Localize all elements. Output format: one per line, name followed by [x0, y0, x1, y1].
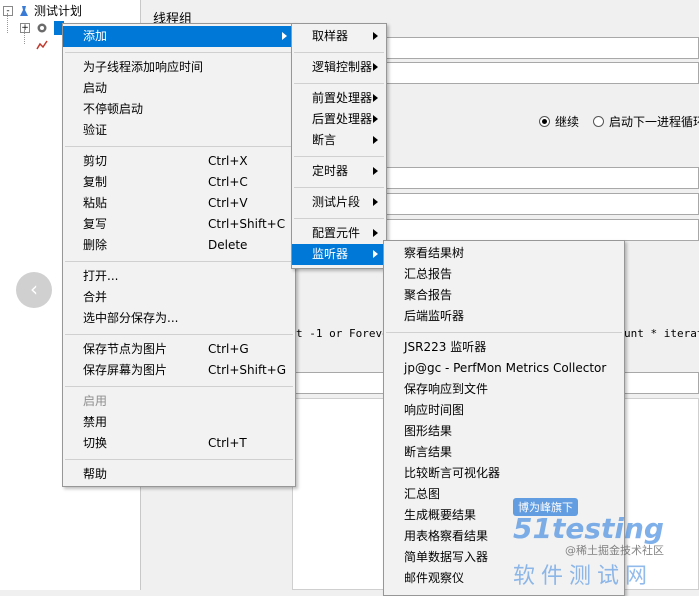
- watermark-sub: 软件测试网: [513, 564, 654, 589]
- loop-hint-right-text: unt * iterat: [624, 327, 699, 340]
- menu-item-cut[interactable]: 剪切 Ctrl+X: [63, 151, 295, 172]
- menu-item-pre-processor[interactable]: 前置处理器: [292, 88, 386, 109]
- menu-item-start-no-pause[interactable]: 不停顿启动: [63, 99, 295, 120]
- menu-item-test-fragment[interactable]: 测试片段: [292, 192, 386, 213]
- menu-item-jsr223-listener[interactable]: JSR223 监听器: [384, 337, 624, 358]
- radio-continue[interactable]: [539, 116, 550, 127]
- tree-line: [24, 30, 26, 44]
- radio-next-loop-label: 启动下一进程循环: [609, 115, 699, 129]
- menu-item-paste[interactable]: 粘贴 Ctrl+V: [63, 193, 295, 214]
- menu-item-start[interactable]: 启动: [63, 78, 295, 99]
- gear-icon: [37, 23, 47, 33]
- menu-item-logic-controller[interactable]: 逻辑控制器: [292, 57, 386, 78]
- submenu-arrow-icon: [373, 250, 378, 258]
- submenu-arrow-icon: [373, 229, 378, 237]
- menu-item-merge[interactable]: 合并: [63, 287, 295, 308]
- add-submenu: 取样器 逻辑控制器 前置处理器 后置处理器 断言 定时器 测试片段 配置元件 监…: [291, 23, 387, 269]
- submenu-arrow-icon: [282, 32, 287, 40]
- menu-item-aggregate-report[interactable]: 聚合报告: [384, 285, 624, 306]
- menu-item-assertion[interactable]: 断言: [292, 130, 386, 151]
- menu-item-view-results-tree[interactable]: 察看结果树: [384, 243, 624, 264]
- menu-item-save-screen-image[interactable]: 保存屏幕为图片 Ctrl+Shift+G: [63, 360, 295, 381]
- submenu-arrow-icon: [373, 94, 378, 102]
- menu-item-help[interactable]: 帮助: [63, 464, 295, 485]
- menu-item-open[interactable]: 打开...: [63, 266, 295, 287]
- radio-start-next-loop[interactable]: [593, 116, 604, 127]
- watermark-logo: 51testing: [513, 512, 664, 545]
- menu-item-listener[interactable]: 监听器: [292, 244, 386, 265]
- menu-item-compare-assertion[interactable]: 比较断言可视化器: [384, 463, 624, 484]
- menu-item-enable: 启用: [83, 394, 108, 408]
- menu-item-toggle[interactable]: 切换 Ctrl+T: [63, 433, 295, 454]
- menu-item-delete[interactable]: 删除 Delete: [63, 235, 295, 256]
- menu-item-save-selection-as[interactable]: 选中部分保存为...: [63, 308, 295, 329]
- submenu-arrow-icon: [373, 136, 378, 144]
- submenu-arrow-icon: [373, 198, 378, 206]
- watermark-credit: @稀土掘金技术社区: [565, 544, 664, 557]
- radio-continue-label: 继续: [555, 115, 580, 129]
- menu-item-assertion-results[interactable]: 断言结果: [384, 442, 624, 463]
- loop-hint-text: t -1 or Forever: [296, 327, 396, 340]
- tree-line: [7, 13, 9, 33]
- submenu-arrow-icon: [373, 63, 378, 71]
- menu-item-validate[interactable]: 验证: [63, 120, 295, 141]
- menu-item-add-response-time[interactable]: 为子线程添加响应时间: [63, 57, 295, 78]
- menu-item-response-time-graph[interactable]: 响应时间图: [384, 400, 624, 421]
- submenu-arrow-icon: [373, 167, 378, 175]
- menu-item-backend-listener[interactable]: 后端监听器: [384, 306, 624, 327]
- graph-icon: [36, 40, 48, 50]
- menu-item-sampler[interactable]: 取样器: [292, 26, 386, 47]
- menu-item-duplicate[interactable]: 复写 Ctrl+Shift+C: [63, 214, 295, 235]
- watermark: 博为峰旗下 51testing @稀土掘金技术社区 软件测试网: [513, 498, 693, 589]
- menu-item-summary-report[interactable]: 汇总报告: [384, 264, 624, 285]
- submenu-arrow-icon: [373, 32, 378, 40]
- chevron-left-icon: ‹: [30, 277, 38, 301]
- menu-item-copy[interactable]: 复制 Ctrl+C: [63, 172, 295, 193]
- menu-item-timer[interactable]: 定时器: [292, 161, 386, 182]
- test-plan-icon: [20, 6, 28, 16]
- context-menu: 添加 为子线程添加响应时间 启动 不停顿启动 验证 剪切 Ctrl+X 复制 Ctr…: [62, 23, 296, 487]
- menu-item-add[interactable]: 添加: [63, 26, 295, 47]
- menu-item-perfmon-collector[interactable]: jp@gc - PerfMon Metrics Collector: [384, 358, 624, 379]
- tree-root-label: 测试计划: [34, 4, 83, 18]
- submenu-arrow-icon: [373, 115, 378, 123]
- menu-item-save-node-image[interactable]: 保存节点为图片 Ctrl+G: [63, 339, 295, 360]
- menu-item-post-processor[interactable]: 后置处理器: [292, 109, 386, 130]
- prev-page-button[interactable]: ‹: [16, 272, 52, 308]
- menu-item-config-element[interactable]: 配置元件: [292, 223, 386, 244]
- menu-item-disable[interactable]: 禁用: [63, 412, 295, 433]
- menu-item-graph-results[interactable]: 图形结果: [384, 421, 624, 442]
- menu-item-save-responses[interactable]: 保存响应到文件: [384, 379, 624, 400]
